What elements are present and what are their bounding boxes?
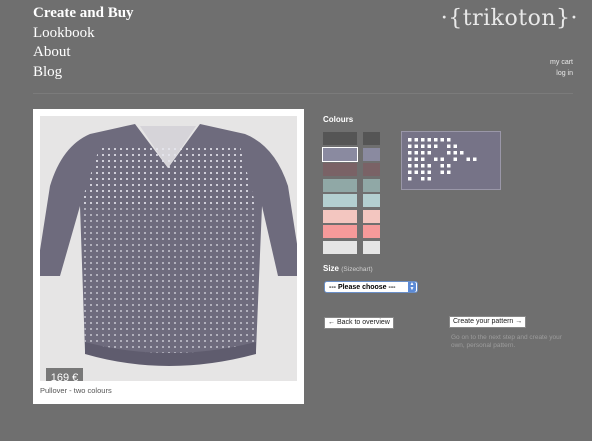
pattern-dot: [408, 144, 412, 148]
secondary-colour-swatch[interactable]: [363, 240, 380, 254]
pattern-dot: [421, 138, 425, 142]
create-pattern-hint: Go on to the next step and create your o…: [451, 334, 562, 349]
secondary-colour-swatch[interactable]: [363, 225, 380, 238]
product-card: 169 € Pullover - two colours: [33, 109, 304, 404]
pattern-dot: [408, 138, 412, 142]
pattern-dot: [408, 157, 412, 161]
pattern-dot: [414, 170, 418, 174]
pattern-dot: [453, 151, 457, 155]
pattern-dot: [421, 151, 425, 155]
primary-colour-swatch[interactable]: [323, 209, 357, 223]
pattern-dot: [427, 177, 431, 181]
pattern-preview: [401, 131, 501, 190]
pattern-dot: [421, 164, 425, 168]
pattern-dot: [440, 157, 444, 161]
pattern-dot: [421, 157, 425, 161]
pattern-dot: [421, 144, 425, 148]
pattern-dot: [447, 144, 451, 148]
nav-create-and-buy[interactable]: Create and Buy: [33, 4, 134, 24]
pullover-image: [40, 124, 297, 366]
primary-colour-swatch[interactable]: [323, 225, 357, 238]
pattern-dot: [408, 170, 412, 174]
pattern-dot: [414, 144, 418, 148]
primary-colour-swatch[interactable]: [323, 178, 357, 192]
secondary-colour-swatch[interactable]: [363, 209, 380, 223]
primary-colour-swatch[interactable]: [323, 240, 357, 254]
back-to-overview-button[interactable]: ← Back to overview: [324, 317, 394, 329]
size-select[interactable]: --- Please choose --- ▲ ▼: [324, 281, 418, 293]
pattern-dot: [414, 138, 418, 142]
main-nav: Create and Buy Lookbook About Blog: [33, 4, 134, 82]
pattern-dot: [421, 170, 425, 174]
secondary-colour-swatch[interactable]: [363, 132, 380, 145]
nav-blog[interactable]: Blog: [33, 63, 134, 83]
pattern-dot: [408, 151, 412, 155]
primary-colour-swatch[interactable]: [323, 194, 357, 207]
pattern-dot: [473, 157, 477, 161]
pattern-dot: [427, 138, 431, 142]
secondary-colour-swatch[interactable]: [363, 147, 380, 161]
pattern-dot: [414, 157, 418, 161]
colours-label: Colours: [323, 115, 354, 124]
primary-colour-swatch[interactable]: [323, 163, 357, 176]
pattern-dot: [427, 170, 431, 174]
pattern-dot: [447, 138, 451, 142]
product-name: Pullover - two colours: [40, 386, 112, 395]
user-menu: my cart log in: [550, 57, 573, 79]
pattern-dot: [421, 177, 425, 181]
secondary-colour-swatch[interactable]: [363, 163, 380, 176]
pattern-dot: [434, 157, 438, 161]
primary-colour-swatch[interactable]: [322, 146, 358, 162]
pattern-dot: [440, 138, 444, 142]
secondary-colour-swatch[interactable]: [363, 194, 380, 207]
pattern-dot: [447, 170, 451, 174]
pattern-dot: [453, 144, 457, 148]
my-cart-link[interactable]: my cart: [550, 57, 573, 68]
pattern-dot: [414, 164, 418, 168]
pattern-dot: [440, 170, 444, 174]
pattern-dot: [414, 151, 418, 155]
create-pattern-button[interactable]: Create your pattern →: [449, 316, 527, 328]
pattern-dot: [434, 144, 438, 148]
size-label: Size (Sizechart): [323, 264, 373, 273]
pattern-dot: [408, 177, 412, 181]
login-link[interactable]: log in: [550, 68, 573, 79]
pattern-dot: [447, 151, 451, 155]
pattern-dot: [427, 144, 431, 148]
pattern-dot: [434, 138, 438, 142]
pattern-dot: [466, 157, 470, 161]
trikoton-logo[interactable]: ·{trikoton}·: [441, 6, 578, 31]
pattern-dot: [427, 151, 431, 155]
price-badge: 169 €: [46, 368, 83, 381]
chevron-updown-icon: ▲ ▼: [408, 281, 416, 292]
nav-about[interactable]: About: [33, 43, 134, 63]
header-divider: [33, 93, 573, 94]
sizechart-link[interactable]: (Sizechart): [341, 266, 372, 273]
nav-lookbook[interactable]: Lookbook: [33, 24, 134, 44]
pattern-dot: [427, 164, 431, 168]
pattern-dot: [408, 164, 412, 168]
pattern-dot: [453, 157, 457, 161]
primary-colour-swatch[interactable]: [323, 132, 357, 145]
pattern-dot: [447, 164, 451, 168]
size-select-value: --- Please choose ---: [329, 284, 396, 291]
product-photo: 169 €: [40, 116, 297, 381]
pattern-dot: [460, 151, 464, 155]
pattern-dot: [440, 164, 444, 168]
secondary-colour-swatch[interactable]: [363, 178, 380, 192]
